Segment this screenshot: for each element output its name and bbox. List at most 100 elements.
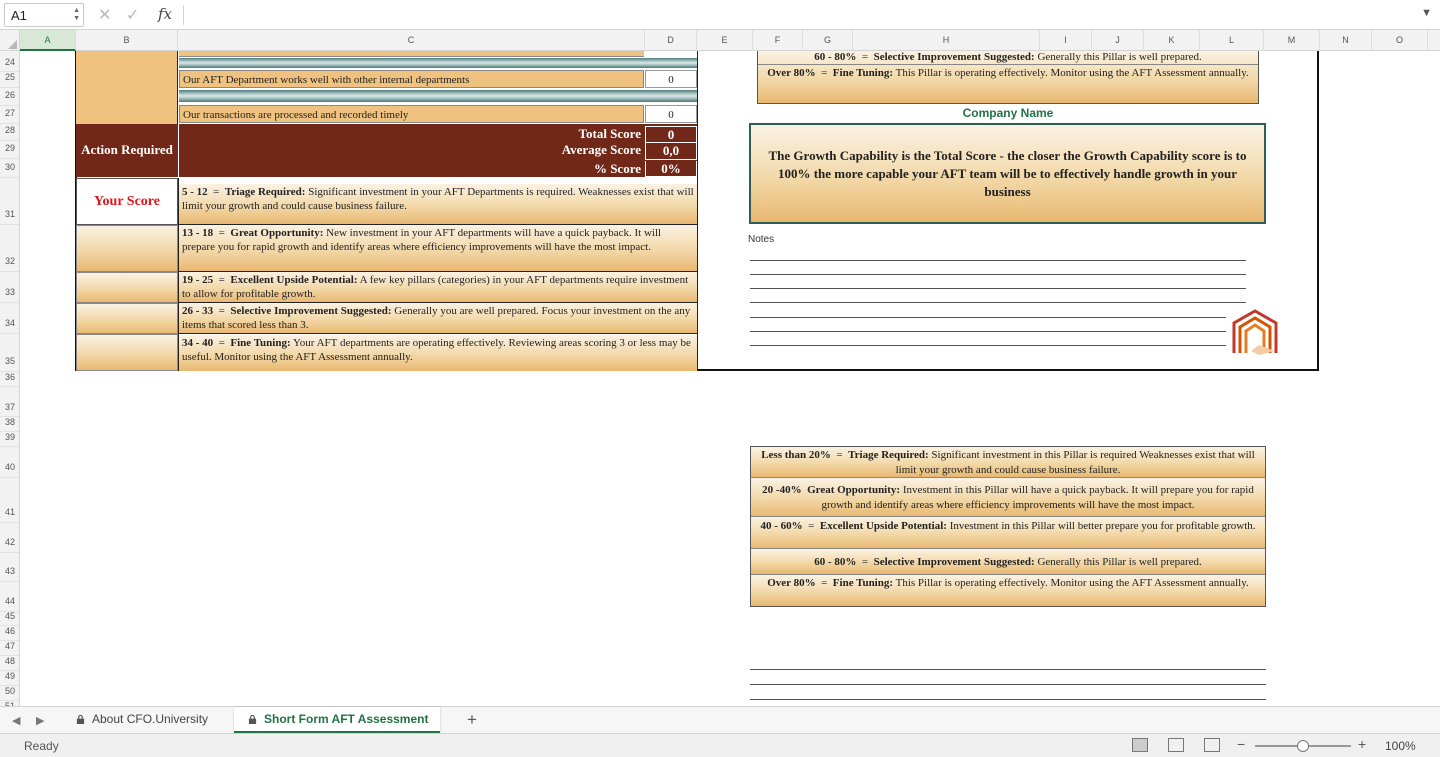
row-header[interactable]: 49 xyxy=(0,671,19,686)
your-score-cell[interactable]: Your Score xyxy=(76,178,178,225)
row-header[interactable]: 34 xyxy=(0,318,19,334)
row-header[interactable]: 46 xyxy=(0,626,19,641)
score-band-marker[interactable] xyxy=(76,225,178,272)
row-header[interactable]: 32 xyxy=(0,256,19,272)
column-header-h[interactable]: H xyxy=(853,30,1040,51)
row-header[interactable]: 24 xyxy=(0,57,19,72)
row-header[interactable]: 37 xyxy=(0,402,19,417)
normal-view-icon[interactable] xyxy=(1132,738,1148,752)
question-score-input[interactable]: 0 xyxy=(645,105,697,123)
select-all-triangle-icon xyxy=(8,40,17,49)
row-header[interactable]: 48 xyxy=(0,656,19,671)
name-box[interactable]: A1 ▲ ▼ xyxy=(4,3,84,27)
worksheet-grid[interactable]: Our AFT Department works well with other… xyxy=(20,51,1440,706)
zoom-slider-thumb[interactable] xyxy=(1297,740,1309,752)
formula-input[interactable] xyxy=(190,7,1390,23)
notes-line[interactable] xyxy=(750,317,1226,318)
row-header[interactable]: 44 xyxy=(0,596,19,612)
row-header[interactable]: 39 xyxy=(0,432,19,447)
select-all-button[interactable] xyxy=(0,30,20,51)
question-text: Our AFT Department works well with other… xyxy=(179,70,644,88)
column-header-d[interactable]: D xyxy=(645,30,697,51)
column-header-g[interactable]: G xyxy=(803,30,853,51)
row-header[interactable]: 28 xyxy=(0,125,19,141)
legend-row: 20 -40% Great Opportunity: Investment in… xyxy=(751,478,1265,517)
column-header-l[interactable]: L xyxy=(1200,30,1264,51)
expand-formula-bar-icon[interactable]: ▼ xyxy=(1421,7,1432,19)
row-header[interactable]: 29 xyxy=(0,143,19,159)
notes-line[interactable] xyxy=(750,345,1226,346)
name-box-spinner-icon[interactable]: ▲ ▼ xyxy=(73,7,80,23)
column-header-b[interactable]: B xyxy=(76,30,178,51)
insert-function-icon[interactable]: fx xyxy=(158,5,172,23)
legend-range: Over 80% xyxy=(767,577,816,589)
notes-line[interactable] xyxy=(750,274,1246,275)
previous-sheet-icon[interactable]: ◀ xyxy=(12,714,20,727)
cancel-icon[interactable]: ✕ xyxy=(98,5,111,25)
column-header-k[interactable]: K xyxy=(1144,30,1200,51)
notes-line[interactable] xyxy=(750,699,1266,700)
column-header-m[interactable]: M xyxy=(1264,30,1320,51)
totals-divider xyxy=(178,124,179,177)
column-header-j[interactable]: J xyxy=(1092,30,1144,51)
row-header[interactable]: 38 xyxy=(0,417,19,432)
block-divider xyxy=(697,51,698,371)
legend-range: 20 -40% xyxy=(762,484,802,496)
row-header[interactable]: 43 xyxy=(0,566,19,582)
row-header[interactable]: 45 xyxy=(0,611,19,626)
percent-score-value: 0% xyxy=(645,161,697,177)
notes-line[interactable] xyxy=(750,260,1246,261)
legend-range: 60 - 80% xyxy=(814,51,857,63)
column-header-c[interactable]: C xyxy=(178,30,645,51)
notes-line[interactable] xyxy=(750,288,1246,289)
row-header[interactable]: 26 xyxy=(0,90,19,106)
add-sheet-button[interactable]: + xyxy=(467,710,477,730)
row-header[interactable]: 31 xyxy=(0,209,19,225)
row-header[interactable]: 30 xyxy=(0,162,19,178)
row-header[interactable]: 41 xyxy=(0,507,19,523)
notes-line[interactable] xyxy=(750,669,1266,670)
column-header-n[interactable]: N xyxy=(1320,30,1372,51)
row-header[interactable]: 33 xyxy=(0,287,19,303)
score-band-opportunity: 13 - 18 = Great Opportunity: New investm… xyxy=(179,225,697,272)
row-header[interactable]: 35 xyxy=(0,356,19,372)
score-band-marker[interactable] xyxy=(76,272,178,303)
score-band-marker[interactable] xyxy=(76,303,178,334)
row-header[interactable]: 27 xyxy=(0,108,19,124)
sheet-tab-about[interactable]: About CFO.University xyxy=(62,707,220,733)
column-header-a[interactable]: A xyxy=(20,30,76,51)
zoom-out-button[interactable]: − xyxy=(1237,736,1245,752)
legend-row: 60 - 80% = Selective Improvement Suggest… xyxy=(751,549,1265,575)
enter-icon[interactable]: ✓ xyxy=(126,5,139,25)
notes-line[interactable] xyxy=(750,684,1266,685)
column-header-o[interactable]: O xyxy=(1372,30,1428,51)
notes-line[interactable] xyxy=(750,331,1226,332)
row-header[interactable]: 50 xyxy=(0,686,19,701)
zoom-level[interactable]: 100% xyxy=(1385,739,1416,753)
formula-bar-divider xyxy=(183,5,184,25)
column-header-e[interactable]: E xyxy=(697,30,753,51)
separator-bar xyxy=(179,90,697,102)
row-header[interactable]: 40 xyxy=(0,462,19,478)
category-cell[interactable] xyxy=(76,51,178,124)
row-header[interactable]: 47 xyxy=(0,641,19,656)
page-layout-view-icon[interactable] xyxy=(1168,738,1184,752)
row-header[interactable]: 25 xyxy=(0,72,19,88)
zoom-in-button[interactable]: + xyxy=(1358,736,1366,752)
column-header-f[interactable]: F xyxy=(753,30,803,51)
question-row-partial[interactable] xyxy=(179,51,644,57)
sheet-tab-short-form[interactable]: Short Form AFT Assessment xyxy=(234,707,441,733)
row-header[interactable]: 42 xyxy=(0,537,19,553)
column-header-i[interactable]: I xyxy=(1040,30,1092,51)
status-bar: Ready − + 100% xyxy=(0,733,1440,757)
score-band-marker[interactable] xyxy=(76,334,178,371)
page-break-view-icon[interactable] xyxy=(1204,738,1220,752)
next-sheet-icon[interactable]: ▶ xyxy=(36,714,44,727)
company-name: Company Name xyxy=(962,106,1054,120)
growth-capability-box: The Growth Capability is the Total Score… xyxy=(749,123,1266,224)
row-header-bar: 24 25 26 27 28 29 30 31 32 33 34 35 36 3… xyxy=(0,51,20,706)
question-score-input[interactable]: 0 xyxy=(645,70,697,88)
row-header[interactable]: 36 xyxy=(0,372,19,387)
notes-line[interactable] xyxy=(750,302,1246,303)
question-text: Our transactions are processed and recor… xyxy=(179,105,644,123)
